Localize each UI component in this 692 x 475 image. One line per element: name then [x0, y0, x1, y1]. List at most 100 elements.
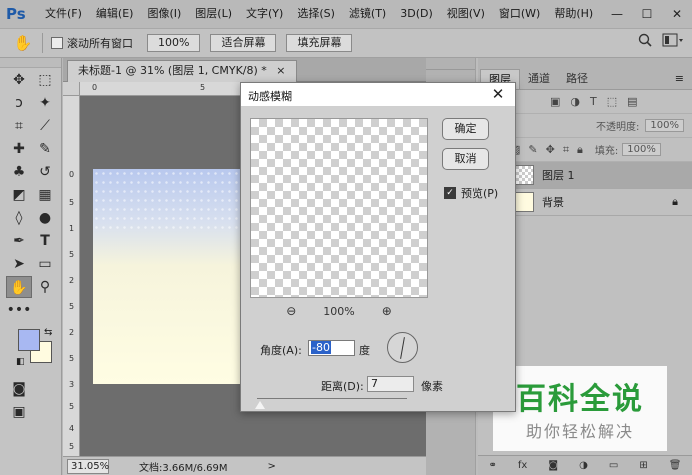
add-mask-icon[interactable]: ◙: [548, 460, 558, 471]
fit-screen-button[interactable]: 适合屏幕: [210, 34, 277, 52]
menu-edit[interactable]: 编辑(E): [89, 0, 141, 28]
zoom-in-icon[interactable]: ⊕: [379, 304, 395, 318]
document-tab[interactable]: 未标题-1 @ 31% (图层 1, CMYK/8) * ×: [67, 60, 297, 82]
zoom-readout-field[interactable]: 31.05%: [67, 458, 109, 474]
distance-unit: 像素: [421, 380, 443, 393]
angle-input[interactable]: -80: [308, 340, 355, 356]
zoom-100-button[interactable]: 100%: [147, 34, 201, 52]
tab-channels[interactable]: 通道: [520, 69, 558, 89]
layer-name: 背景: [542, 196, 564, 209]
zoom-tool-icon[interactable]: ⚲: [32, 276, 58, 298]
new-layer-icon[interactable]: ⊞: [639, 460, 647, 471]
distance-input[interactable]: 7: [367, 376, 414, 392]
document-tab-bar: 未标题-1 @ 31% (图层 1, CMYK/8) * ×: [63, 58, 426, 82]
document-tab-title: 未标题-1 @ 31% (图层 1, CMYK/8) *: [78, 64, 267, 77]
hand-tool-icon[interactable]: ✋: [6, 275, 32, 298]
menu-view[interactable]: 视图(V): [440, 0, 492, 28]
lock-position-icon[interactable]: ✥: [546, 143, 555, 157]
ok-button[interactable]: 确定: [442, 118, 489, 140]
panel-menu-icon[interactable]: ≡: [675, 72, 684, 85]
filter-adjust-icon[interactable]: ◑: [570, 95, 580, 108]
lock-pixels-icon[interactable]: ✎: [528, 143, 537, 157]
ruler-number: 0: [92, 83, 98, 92]
lock-all-icon[interactable]: 🔒︎: [577, 143, 583, 157]
filter-shape-icon[interactable]: ⬚: [607, 95, 617, 108]
pen-tool-icon[interactable]: ✒: [6, 230, 32, 252]
minimize-button[interactable]: —: [602, 3, 632, 25]
filter-smart-icon[interactable]: ▤: [627, 95, 637, 108]
more-tools-icon[interactable]: •••: [6, 299, 32, 321]
dialog-titlebar[interactable]: 动感模糊 ✕: [241, 83, 515, 107]
quick-mask-icon[interactable]: ◙: [6, 378, 32, 400]
close-tab-icon[interactable]: ×: [276, 64, 285, 77]
screen-mode-icon[interactable]: ▣: [6, 401, 32, 423]
dialog-close-icon[interactable]: ✕: [489, 85, 507, 103]
distance-slider-track[interactable]: [257, 398, 407, 399]
menu-help[interactable]: 帮助(H): [547, 0, 600, 28]
menu-window[interactable]: 窗口(W): [492, 0, 547, 28]
link-layers-icon[interactable]: ⚭: [489, 460, 497, 471]
gradient-tool-icon[interactable]: ▦: [32, 184, 58, 206]
foreground-color-swatch[interactable]: [18, 329, 40, 351]
rectangle-tool-icon[interactable]: ▭: [32, 253, 58, 275]
panel-strip-grip[interactable]: [426, 58, 475, 70]
clone-stamp-tool-icon[interactable]: ♣: [6, 161, 32, 183]
menu-type[interactable]: 文字(Y): [239, 0, 290, 28]
crop-tool-icon[interactable]: ⌗: [6, 115, 32, 137]
menu-3d[interactable]: 3D(D): [393, 0, 440, 28]
default-colors-icon[interactable]: ◧: [16, 357, 25, 367]
ruler-number: 2: [69, 328, 75, 337]
workspace-icon[interactable]: [662, 33, 684, 47]
menu-image[interactable]: 图像(I): [140, 0, 188, 28]
close-window-button[interactable]: ✕: [662, 3, 692, 25]
path-selection-tool-icon[interactable]: ➤: [6, 253, 32, 275]
marquee-tool-icon[interactable]: ⬚: [32, 69, 58, 91]
preview-checkbox[interactable]: ✓: [444, 187, 456, 199]
eyedropper-tool-icon[interactable]: ⟋: [32, 115, 58, 137]
healing-brush-tool-icon[interactable]: ✚: [6, 138, 32, 160]
lasso-tool-icon[interactable]: ↄ: [6, 92, 32, 114]
cancel-button[interactable]: 取消: [442, 148, 489, 170]
opacity-field[interactable]: 100%: [645, 119, 684, 132]
distance-slider-thumb[interactable]: [255, 401, 265, 409]
menu-file[interactable]: 文件(F): [38, 0, 89, 28]
filter-type-icon[interactable]: T: [590, 95, 597, 108]
history-brush-tool-icon[interactable]: ↺: [32, 161, 58, 183]
hand-tool-preset-icon[interactable]: ✋: [12, 32, 34, 54]
tab-paths[interactable]: 路径: [558, 69, 596, 89]
document-image[interactable]: [93, 169, 243, 384]
move-tool-icon[interactable]: ✥: [6, 69, 32, 91]
zoom-out-icon[interactable]: ⊖: [283, 304, 299, 318]
swap-colors-icon[interactable]: ⇆: [44, 327, 52, 338]
opacity-label: 不透明度:: [596, 122, 640, 133]
blur-tool-icon[interactable]: ◊: [6, 207, 32, 229]
menu-layer[interactable]: 图层(L): [188, 0, 239, 28]
preview-zoom-value: 100%: [323, 304, 355, 318]
filter-preview-area[interactable]: [250, 118, 428, 298]
angle-unit: 度: [359, 344, 370, 357]
ruler-number: 3: [69, 380, 75, 389]
menu-select[interactable]: 选择(S): [290, 0, 342, 28]
fill-field[interactable]: 100%: [622, 143, 661, 156]
eraser-tool-icon[interactable]: ◩: [6, 184, 32, 206]
magic-wand-tool-icon[interactable]: ✦: [32, 92, 58, 114]
delete-layer-icon[interactable]: 🗑︎: [669, 460, 682, 471]
adjustment-layer-icon[interactable]: ◑: [579, 460, 588, 471]
scroll-all-windows-checkbox[interactable]: [51, 37, 63, 49]
new-group-icon[interactable]: ▭: [609, 460, 618, 471]
fill-screen-button[interactable]: 填充屏幕: [286, 34, 353, 52]
lock-artboard-icon[interactable]: ⌗: [563, 143, 569, 157]
angle-dial[interactable]: [387, 332, 418, 363]
toolbar-grip[interactable]: [0, 58, 61, 68]
dodge-tool-icon[interactable]: ●: [32, 207, 58, 229]
brush-tool-icon[interactable]: ✎: [32, 138, 58, 160]
options-separator: [42, 33, 43, 53]
menu-filter[interactable]: 滤镜(T): [342, 0, 393, 28]
layer-style-icon[interactable]: fx: [518, 460, 527, 471]
color-swatches: ⇆ ◧: [0, 327, 61, 373]
type-tool-icon[interactable]: T: [32, 230, 58, 252]
status-menu-arrow[interactable]: >: [268, 461, 276, 472]
search-icon[interactable]: [638, 33, 652, 47]
filter-image-icon[interactable]: ▣: [550, 95, 560, 108]
maximize-button[interactable]: ☐: [632, 3, 662, 25]
